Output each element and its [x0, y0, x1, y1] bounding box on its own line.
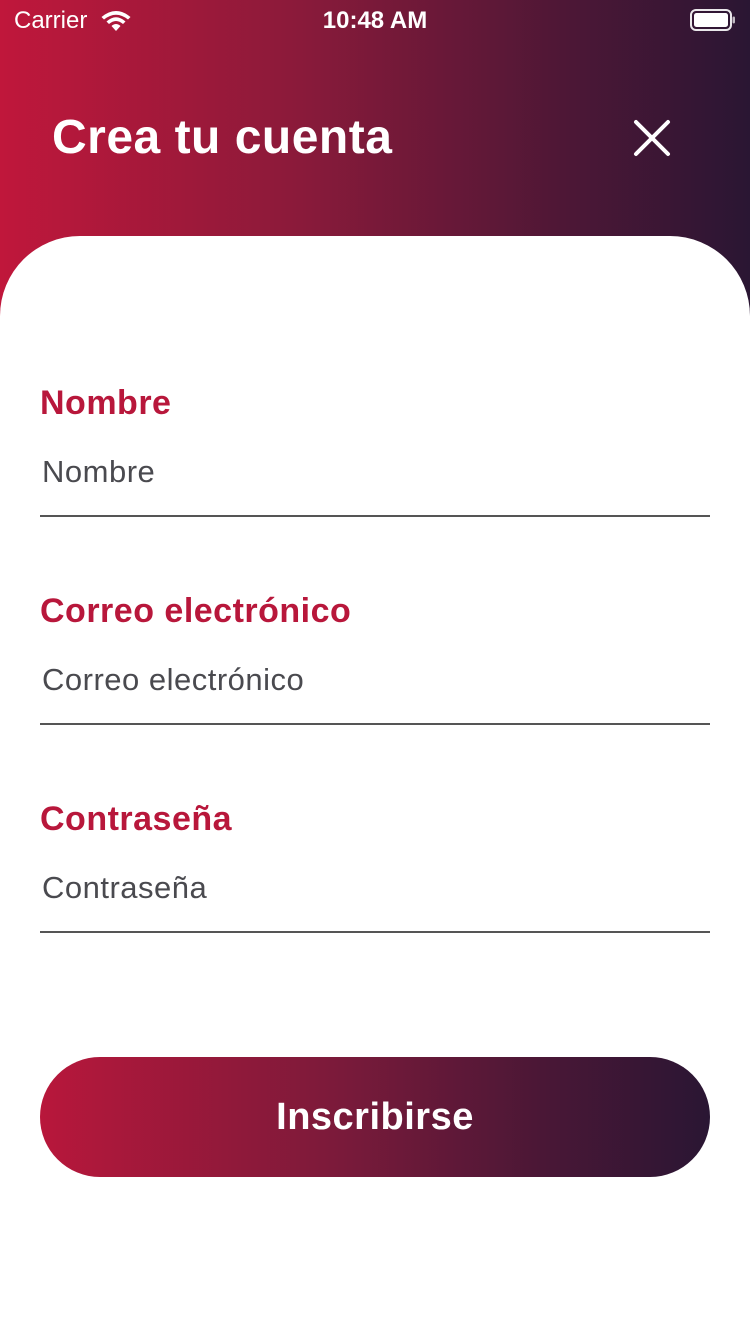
password-field-group: Contraseña — [40, 800, 710, 933]
close-icon — [634, 120, 670, 156]
battery-icon — [690, 9, 735, 31]
name-label: Nombre — [40, 384, 172, 422]
name-field-group: Nombre — [40, 384, 710, 517]
page-title: Crea tu cuenta — [52, 111, 393, 164]
password-label: Contraseña — [40, 800, 233, 838]
email-field-group: Correo electrónico — [40, 592, 710, 725]
email-input[interactable] — [40, 651, 710, 725]
email-label: Correo electrónico — [40, 592, 352, 630]
close-button[interactable] — [622, 108, 682, 168]
signup-button[interactable]: Inscribirse — [40, 1057, 710, 1177]
signup-screen: Carrier 10:48 AM Crea tu cuenta Nombre C… — [0, 0, 750, 1334]
status-bar: Carrier 10:48 AM — [0, 0, 750, 40]
name-input[interactable] — [40, 443, 710, 517]
password-input[interactable] — [40, 859, 710, 933]
status-time: 10:48 AM — [322, 7, 428, 34]
